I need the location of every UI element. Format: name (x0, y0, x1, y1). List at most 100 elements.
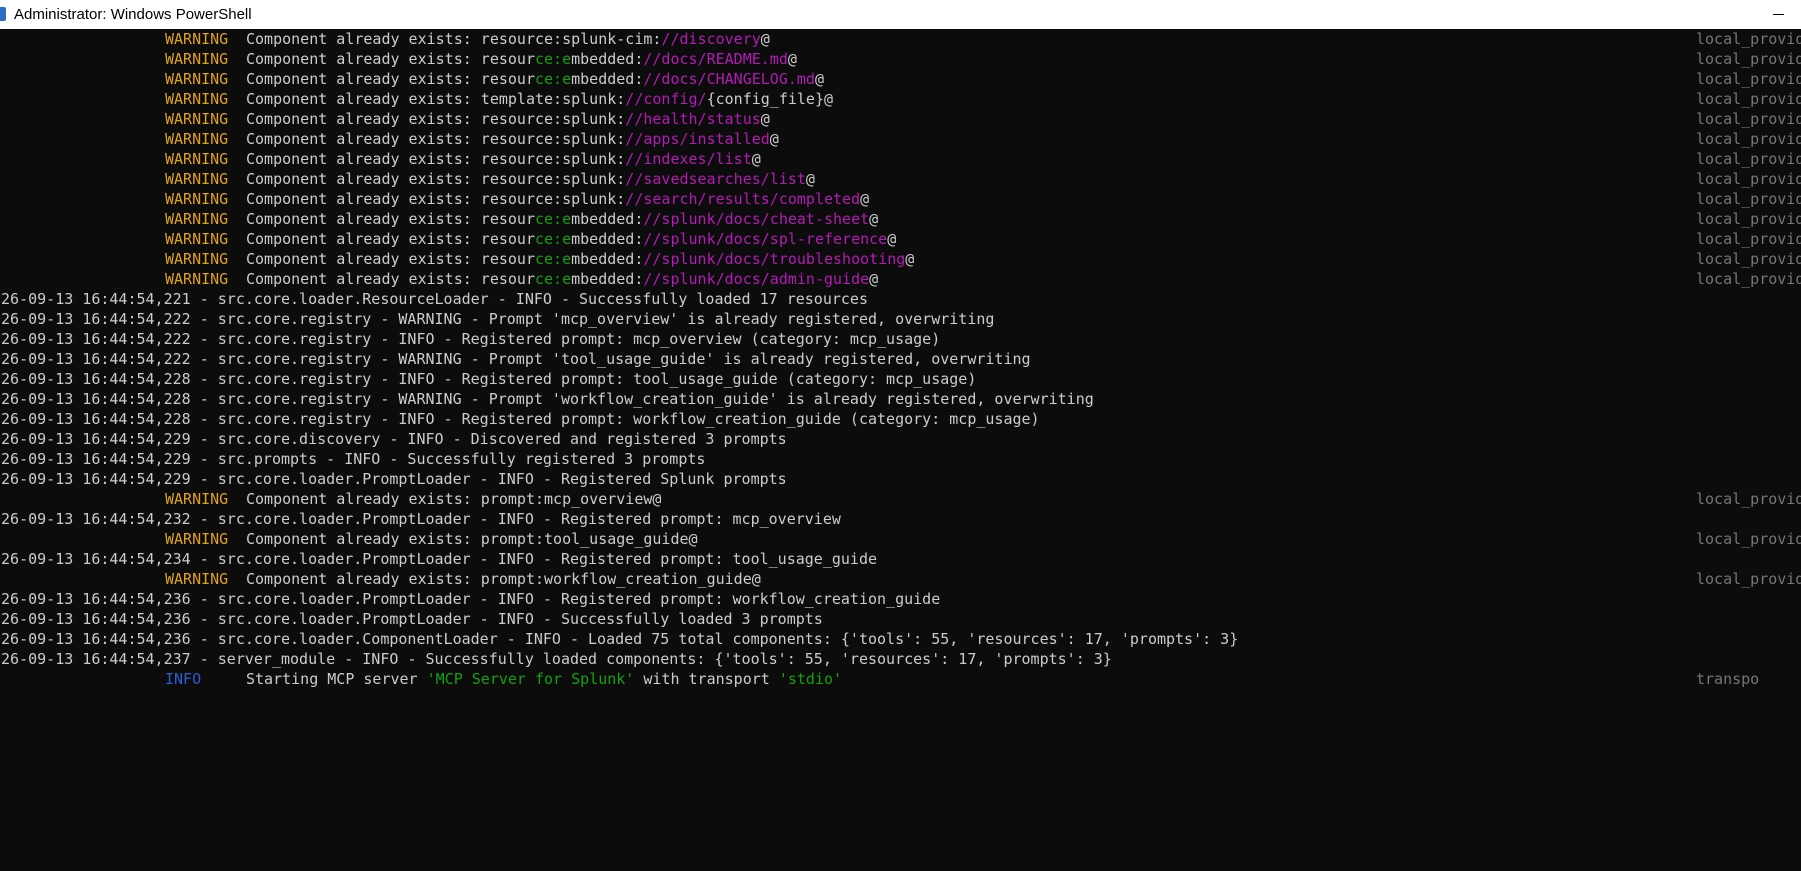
message-segment: //splunk/docs/admin-guide (643, 270, 870, 288)
log-message: Component already exists: resource:splun… (246, 29, 770, 49)
terminal-line: 026-09-13 16:44:54,222 - src.core.regist… (0, 309, 1801, 329)
message-segment: //config/ (625, 90, 707, 108)
terminal-line: 026-09-13 16:44:54,221 - src.core.loader… (0, 289, 1801, 309)
message-segment: Component already exists: prompt:mcp_ove… (246, 490, 662, 508)
message-segment: @ (905, 250, 915, 268)
message-segment: Component already exists: prompt:tool_us… (246, 530, 698, 548)
message-segment: Component already exists: resource:splun… (246, 150, 626, 168)
terminal-line: 026-09-13 16:44:54,236 - src.core.loader… (0, 609, 1801, 629)
log-message: Component already exists: resource:splun… (246, 149, 761, 169)
terminal-output[interactable]: WARNING Component already exists: resourc… (0, 29, 1801, 871)
window-title: Administrator: Windows PowerShell (14, 6, 252, 23)
log-text: 026-09-13 16:44:54,234 - src.core.loader… (0, 550, 878, 568)
message-segment: //docs/README.md (643, 50, 788, 68)
log-level: WARNING (165, 490, 229, 508)
terminal-line: 026-09-13 16:44:54,229 - src.prompts - I… (0, 449, 1801, 469)
log-text: 026-09-13 16:44:54,232 - src.core.loader… (0, 510, 841, 528)
log-source: local_provid (1696, 490, 1801, 508)
message-segment: //docs/CHANGELOG.md (643, 70, 815, 88)
terminal-line: 026-09-13 16:44:54,236 - src.core.loader… (0, 629, 1801, 649)
message-segment: @ (860, 190, 870, 208)
message-segment: //health/status (625, 110, 761, 128)
log-level: WARNING (165, 130, 229, 148)
log-source: local_provid (1696, 210, 1801, 228)
log-text: 026-09-13 16:44:54,222 - src.core.regist… (0, 310, 995, 328)
log-message: Component already exists: prompt:tool_us… (246, 529, 698, 549)
log-text: 026-09-13 16:44:54,228 - src.core.regist… (0, 410, 1040, 428)
log-text: 026-09-13 16:44:54,222 - src.core.regist… (0, 350, 1031, 368)
minimize-icon (1772, 14, 1784, 15)
log-message: Component already exists: resource:embed… (246, 229, 896, 249)
log-level: WARNING (165, 250, 229, 268)
terminal-line: WARNING Component already exists: resourc… (0, 169, 1801, 189)
log-message: Component already exists: resource:embed… (246, 249, 914, 269)
log-message: Component already exists: prompt:workflo… (246, 569, 761, 589)
terminal-line: WARNING Component already exists: resourc… (0, 149, 1801, 169)
message-segment: @ (760, 110, 770, 128)
terminal-line: 026-09-13 16:44:54,228 - src.core.regist… (0, 389, 1801, 409)
log-source: local_provid (1696, 250, 1801, 268)
log-text: 026-09-13 16:44:54,229 - src.prompts - I… (0, 450, 706, 468)
message-segment: //splunk/docs/cheat-sheet (643, 210, 870, 228)
message-segment: Component already exists: resour (246, 230, 535, 248)
log-source: local_provid (1696, 170, 1801, 188)
terminal-line: WARNING Component already exists: resourc… (0, 29, 1801, 49)
message-segment: @ (805, 170, 815, 188)
log-text: 026-09-13 16:44:54,229 - src.core.loader… (0, 470, 787, 488)
log-message: Component already exists: resource:embed… (246, 269, 878, 289)
message-segment: Component already exists: resour (246, 270, 535, 288)
message-segment: //apps/installed (625, 130, 770, 148)
message-segment: Component already exists: resour (246, 250, 535, 268)
message-segment: ce:e (534, 250, 572, 268)
message-segment: //search/results/completed (625, 190, 861, 208)
terminal-line: WARNING Component already exists: resourc… (0, 69, 1801, 89)
log-message: Component already exists: template:splun… (246, 89, 833, 109)
terminal-line: 026-09-13 16:44:54,237 - server_module -… (0, 649, 1801, 669)
message-segment: ce:e (534, 230, 572, 248)
window-titlebar[interactable]: Administrator: Windows PowerShell (0, 0, 1801, 29)
message-segment: ce:e (534, 270, 572, 288)
terminal-line: 026-09-13 16:44:54,228 - src.core.regist… (0, 409, 1801, 429)
message-segment: Component already exists: resource:splun… (246, 170, 626, 188)
message-segment: mbedded: (571, 210, 644, 228)
log-level: WARNING (165, 70, 229, 88)
log-level: WARNING (165, 210, 229, 228)
log-level: WARNING (165, 90, 229, 108)
message-segment: 'MCP Server for Splunk' (426, 670, 635, 688)
log-level: WARNING (165, 170, 229, 188)
log-text: 026-09-13 16:44:54,222 - src.core.regist… (0, 330, 941, 348)
log-level: WARNING (165, 190, 229, 208)
log-source: local_provid (1696, 530, 1801, 548)
message-segment: Component already exists: resour (246, 210, 535, 228)
message-segment: Component already exists: resource:splun… (246, 110, 626, 128)
log-level: WARNING (165, 230, 229, 248)
terminal-line: 026-09-13 16:44:54,236 - src.core.loader… (0, 589, 1801, 609)
message-segment: {config_file}@ (706, 90, 834, 108)
message-segment: Component already exists: resource:splun… (246, 190, 626, 208)
message-segment: Component already exists: resource:splun… (246, 130, 626, 148)
log-source: local_provid (1696, 230, 1801, 248)
terminal-line: 026-09-13 16:44:54,228 - src.core.regist… (0, 369, 1801, 389)
message-segment: @ (887, 230, 897, 248)
terminal-line: WARNING Component already exists: resourc… (0, 189, 1801, 209)
message-segment: Component already exists: resource:splun… (246, 30, 662, 48)
message-segment: Component already exists: resour (246, 70, 535, 88)
message-segment: @ (814, 70, 824, 88)
log-source: local_provid (1696, 150, 1801, 168)
message-segment: ce:e (534, 210, 572, 228)
powershell-icon (0, 7, 6, 21)
log-level: WARNING (165, 110, 229, 128)
terminal-line: WARNING Component already exists: resourc… (0, 209, 1801, 229)
log-text: 026-09-13 16:44:54,236 - src.core.loader… (0, 630, 1239, 648)
terminal-line: WARNING Component already exists: resourc… (0, 269, 1801, 289)
message-segment: ce:e (534, 50, 572, 68)
terminal-line: 026-09-13 16:44:54,232 - src.core.loader… (0, 509, 1801, 529)
log-source: local_provid (1696, 30, 1801, 48)
terminal-line: 026-09-13 16:44:54,229 - src.core.loader… (0, 469, 1801, 489)
log-source: local_provid (1696, 70, 1801, 88)
log-message: Component already exists: prompt:mcp_ove… (246, 489, 661, 509)
log-message: Component already exists: resource:splun… (246, 109, 770, 129)
log-source: local_provid (1696, 90, 1801, 108)
minimize-button[interactable] (1755, 0, 1801, 29)
log-level: WARNING (165, 50, 229, 68)
